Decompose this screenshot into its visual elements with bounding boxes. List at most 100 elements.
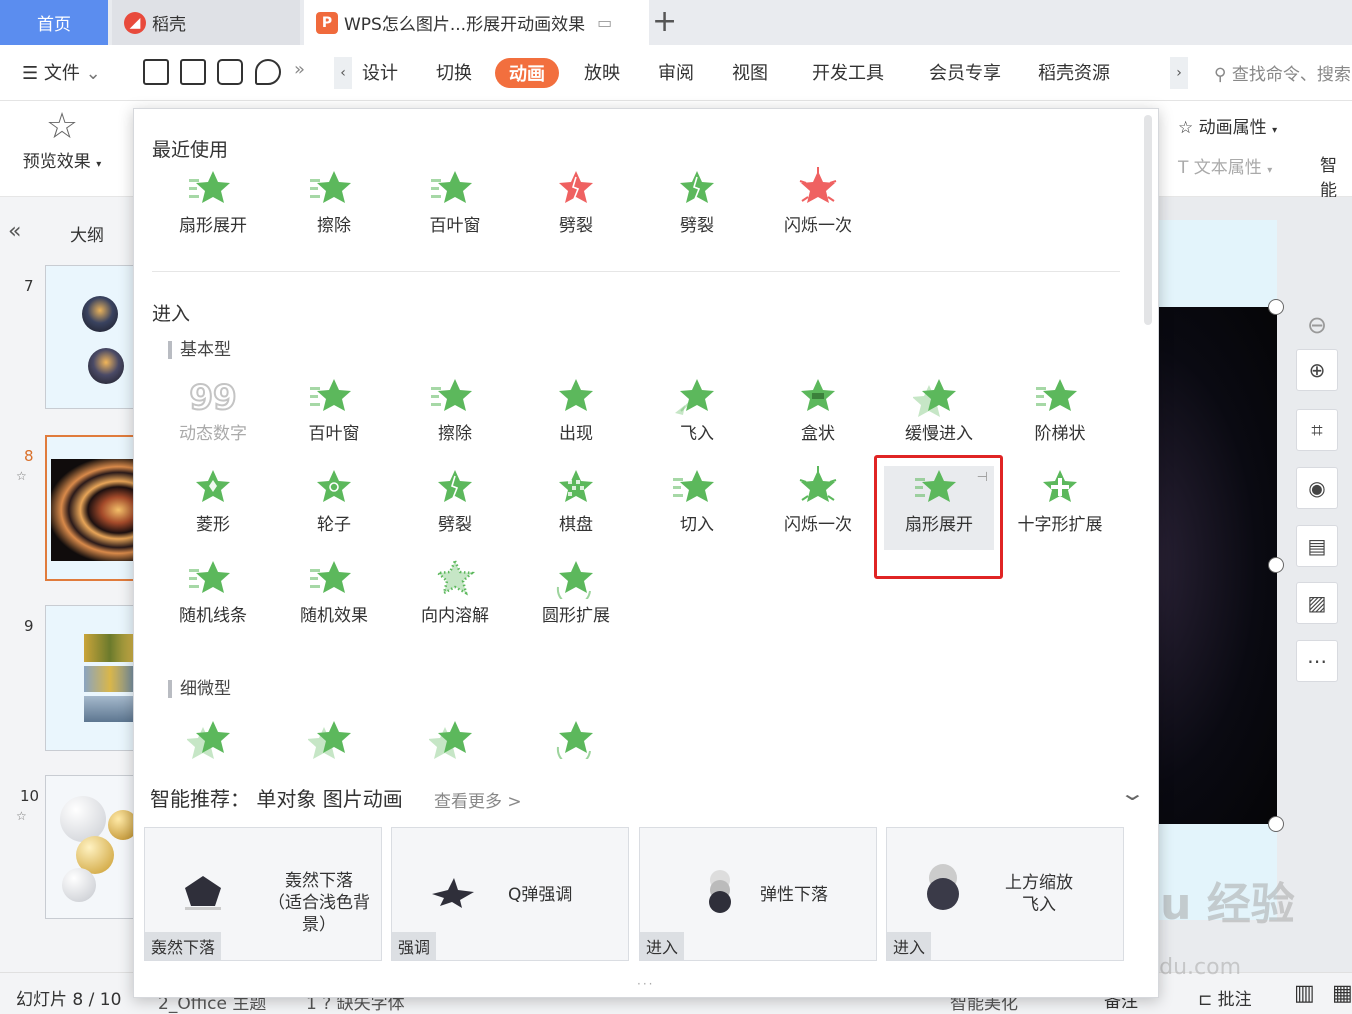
smart-animation-button[interactable]: 智能 — [1320, 151, 1352, 201]
animation-star-icon — [187, 557, 239, 599]
text-properties-button[interactable]: T 文本属性 ▾ — [1178, 153, 1272, 178]
menu-design[interactable]: 设计 — [362, 59, 398, 85]
animation-option[interactable]: 劈裂 — [521, 167, 631, 251]
save-icon[interactable] — [143, 59, 169, 85]
animation-option[interactable]: 随机效果 — [279, 557, 389, 641]
menu-transition[interactable]: 切换 — [436, 59, 472, 85]
animation-option[interactable]: 劈裂 — [400, 466, 510, 550]
search-box[interactable]: ⚲ 查找命令、搜索 — [1214, 60, 1351, 85]
animation-option[interactable]: 飞入 — [642, 375, 752, 459]
sphere-image — [82, 296, 118, 332]
resize-grip-icon[interactable]: ··· — [637, 977, 654, 991]
chevron-down-icon: ⌄ — [79, 63, 101, 84]
star-outline-icon: ☆ — [1178, 118, 1199, 138]
slide-thumbnail-7[interactable] — [45, 265, 140, 409]
more-options-icon[interactable]: ⋯ — [1296, 640, 1338, 682]
menu-docer-resources[interactable]: 稻壳资源 — [1038, 59, 1110, 85]
animation-option[interactable]: 棋盘 — [521, 466, 631, 550]
animation-option[interactable]: 菱形 — [158, 466, 268, 550]
animation-option[interactable]: 99 动态数字 — [158, 375, 268, 459]
recommend-card[interactable]: Q弹强调 强调 — [391, 827, 629, 961]
animation-option[interactable]: 擦除 — [279, 167, 389, 251]
collapse-panel-icon[interactable]: « — [8, 219, 21, 244]
format-icon[interactable]: ▨ — [1296, 582, 1338, 624]
animation-option[interactable] — [521, 717, 631, 801]
animation-option[interactable]: 圆形扩展 — [521, 557, 631, 641]
more-icon[interactable]: » — [294, 59, 305, 80]
animation-option[interactable] — [279, 717, 389, 801]
zoom-out-icon[interactable]: ⊖ — [1296, 304, 1338, 346]
menu-developer[interactable]: 开发工具 — [812, 59, 884, 85]
tab-docer[interactable]: ◢ 稻壳 — [112, 0, 300, 45]
animation-option[interactable]: 切入 — [642, 466, 752, 550]
slide-thumbnail-9[interactable] — [45, 605, 140, 751]
scroll-left-icon[interactable]: ‹ — [334, 57, 352, 89]
pin-icon[interactable]: ⊣ — [977, 470, 988, 485]
recommend-card[interactable]: 上方缩放 飞入 进入 — [886, 827, 1124, 961]
recommend-card[interactable]: 轰然下落 （适合浅色背景） 轰然下落 — [144, 827, 382, 961]
animation-star-icon — [550, 717, 602, 759]
slide-sorter-icon[interactable]: ▦ — [1332, 981, 1352, 1006]
animation-option[interactable]: 劈裂 — [642, 167, 752, 251]
animation-option[interactable]: 盒状 — [763, 375, 873, 459]
image-convert-icon[interactable]: ▤ — [1296, 525, 1338, 567]
animation-option[interactable] — [400, 717, 510, 801]
animation-option[interactable]: 缓慢进入 — [884, 375, 994, 459]
animation-option[interactable]: 阶梯状 — [1005, 375, 1115, 459]
new-tab-icon[interactable]: + — [652, 4, 677, 39]
resize-handle[interactable] — [1268, 299, 1284, 315]
resize-handle[interactable] — [1268, 557, 1284, 573]
tab-home[interactable]: 首页 — [0, 0, 108, 45]
preview-effect-button[interactable]: ☆ 预览效果 ▾ — [14, 107, 110, 173]
animation-option[interactable]: 出现 — [521, 375, 631, 459]
animation-option-label: 劈裂 — [438, 515, 472, 535]
file-menu[interactable]: ☰ 文件 ⌄ — [22, 59, 101, 85]
animation-option[interactable]: 闪烁一次 — [763, 167, 873, 251]
menu-view[interactable]: 视图 — [732, 59, 768, 85]
ppt-file-icon: P — [316, 11, 338, 34]
animation-option-label: 扇形展开 — [179, 216, 247, 236]
subtle-category-title: 细微型 — [168, 680, 231, 698]
card-tag: 强调 — [392, 932, 437, 960]
slide-thumbnail-8[interactable] — [45, 435, 140, 581]
card-title: 弹性下落 — [760, 885, 828, 905]
chevron-down-icon[interactable]: ⌄ — [1119, 781, 1146, 805]
animation-option[interactable]: 向内溶解 — [400, 557, 510, 641]
animation-option[interactable]: 百叶窗 — [279, 375, 389, 459]
animation-option[interactable]: 轮子 — [279, 466, 389, 550]
tab-document[interactable]: P WPS怎么图片...形展开动画效果 ▭ — [304, 0, 649, 45]
animation-star-icon: ☆ — [16, 469, 27, 483]
animation-option[interactable]: 百叶窗 — [400, 167, 510, 251]
outline-tab[interactable]: 大纲 — [70, 221, 104, 246]
export-icon[interactable] — [180, 59, 206, 85]
menu-animation[interactable]: 动画 — [495, 58, 559, 88]
svg-text:99: 99 — [189, 378, 236, 417]
sphere-image — [88, 348, 124, 384]
animation-option[interactable]: ⊣ 扇形展开 — [884, 466, 994, 550]
lightbulb-icon[interactable]: ◉ — [1296, 467, 1338, 509]
print-preview-icon[interactable] — [255, 59, 281, 85]
zoom-in-icon[interactable]: ⊕ — [1296, 349, 1338, 391]
animation-option[interactable]: 闪烁一次 — [763, 466, 873, 550]
menu-review[interactable]: 审阅 — [658, 59, 694, 85]
scrollbar[interactable] — [1144, 115, 1152, 325]
resize-handle[interactable] — [1268, 816, 1284, 832]
menu-slideshow[interactable]: 放映 — [584, 59, 620, 85]
animation-option[interactable]: 擦除 — [400, 375, 510, 459]
animation-option[interactable]: 扇形展开 — [158, 167, 268, 251]
recommend-card[interactable]: 弹性下落 进入 — [639, 827, 877, 961]
normal-view-icon[interactable]: ▥ — [1294, 981, 1315, 1006]
monitor-icon[interactable]: ▭ — [597, 13, 612, 32]
animation-option-label: 擦除 — [438, 424, 472, 444]
animation-properties-button[interactable]: ☆ 动画属性 ▾ — [1178, 113, 1277, 138]
print-icon[interactable] — [217, 59, 243, 85]
animation-option[interactable] — [158, 717, 268, 801]
slide-thumbnail-10[interactable] — [45, 775, 140, 919]
comments-button[interactable]: ⊏ 批注 — [1198, 985, 1252, 1010]
animation-option[interactable]: 十字形扩展 — [1005, 466, 1115, 550]
animation-gallery-popup: 最近使用 进入 基本型 细微型 智能推荐： 单对象 图片动画 查看更多 > ⌄ … — [133, 108, 1159, 998]
scroll-right-icon[interactable]: › — [1170, 57, 1188, 89]
animation-option[interactable]: 随机线条 — [158, 557, 268, 641]
crop-icon[interactable]: ⌗ — [1296, 409, 1338, 451]
menu-member[interactable]: 会员专享 — [929, 59, 1001, 85]
